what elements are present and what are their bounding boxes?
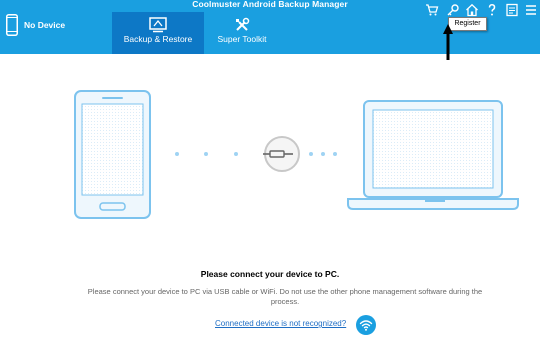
tab-label: Super Toolkit [217,34,267,44]
backup-restore-icon [149,17,167,33]
tab-backup-restore[interactable]: Backup & Restore [112,12,204,54]
help-icon[interactable] [485,3,499,17]
laptop-illustration [347,100,519,210]
device-status: No Device [0,12,110,42]
toolkit-icon [236,17,250,31]
key-icon[interactable] [446,3,460,17]
connection-illustration [74,90,519,219]
connect-prompt-title: Please connect your device to PC. [200,269,340,279]
cart-icon[interactable] [425,3,439,17]
connection-dots-right [309,152,337,156]
wifi-icon[interactable] [356,315,376,335]
tab-super-toolkit[interactable]: Super Toolkit [206,12,278,54]
not-recognized-link[interactable]: Connected device is not recognized? [215,319,346,328]
connect-prompt-description: Please connect your device to PC via USB… [87,287,483,306]
phone-icon [6,14,18,36]
phone-illustration [74,90,151,219]
menu-icon[interactable] [524,3,538,17]
connection-dots-left [175,152,238,156]
device-label: No Device [24,20,66,30]
tab-label: Backup & Restore [123,34,193,44]
feedback-icon[interactable] [505,3,519,17]
register-tooltip: Register [448,17,487,31]
usb-cable-icon [263,136,300,172]
home-icon[interactable] [465,3,479,17]
